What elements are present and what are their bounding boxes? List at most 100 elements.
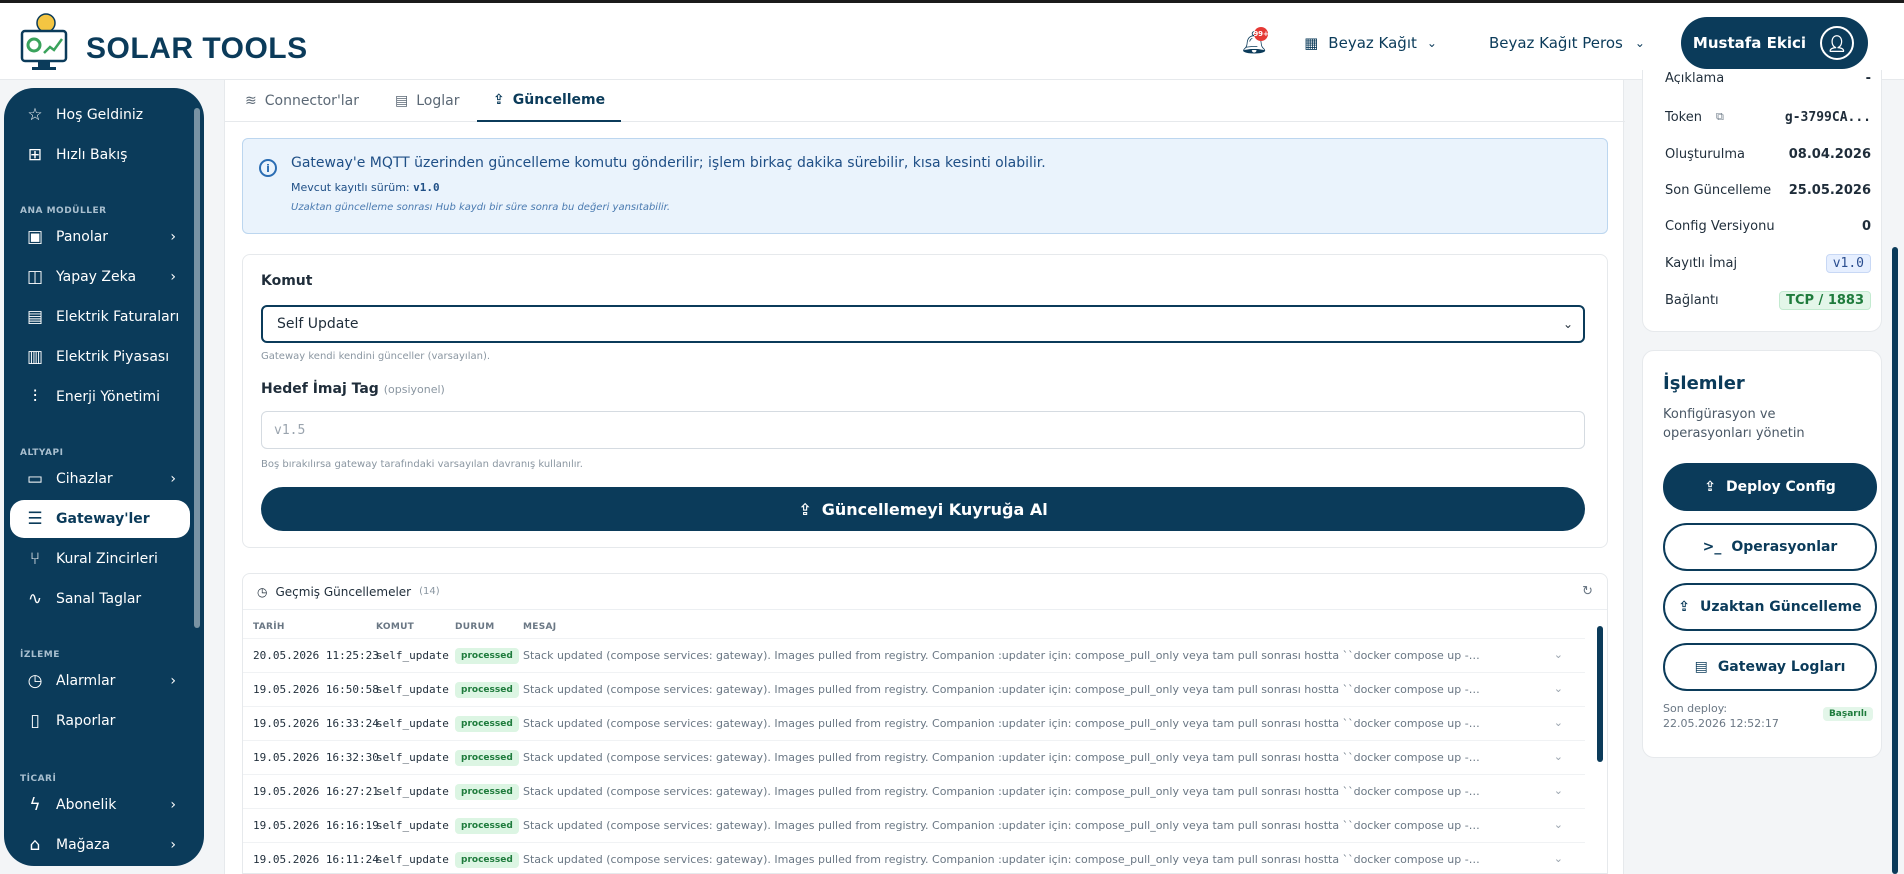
- chevron-right-icon: ›: [170, 673, 176, 689]
- chevron-right-icon: ›: [170, 229, 176, 245]
- queue-update-label: Güncellemeyi Kuyruğa Al: [821, 499, 1048, 519]
- sidebar-item-energy[interactable]: ⫶ Enerji Yönetimi: [10, 378, 190, 416]
- row-date: 20.05.2026 11:25:23: [253, 649, 379, 662]
- chevron-down-icon[interactable]: ⌄: [1554, 750, 1563, 763]
- row-message: Stack updated (compose services: gateway…: [523, 717, 1483, 730]
- current-version-value: v1.0: [413, 181, 440, 194]
- tab-logs[interactable]: ▤ Loglar: [395, 80, 459, 122]
- row-date: 19.05.2026 16:16:19: [253, 819, 379, 832]
- status-badge: processed: [455, 818, 519, 834]
- sidebar-section-infra: ALTYAPI: [20, 448, 64, 458]
- sidebar-item-ai[interactable]: ◫ Yapay Zeka ›: [10, 258, 190, 296]
- row-date: 19.05.2026 16:33:24: [253, 717, 379, 730]
- cloud-upload-icon: ⇪: [493, 92, 505, 108]
- sidebar-item-devices[interactable]: ▭ Cihazlar ›: [10, 460, 190, 498]
- tag-optional: (opsiyonel): [383, 383, 445, 396]
- row-message: Stack updated (compose services: gateway…: [523, 649, 1483, 662]
- deploy-config-label: Deploy Config: [1725, 479, 1836, 495]
- sidebar-item-label: Kural Zincirleri: [56, 551, 158, 567]
- sidebar-item-overview[interactable]: ⊞ Hızlı Bakış: [10, 136, 190, 174]
- sidebar-item-rules[interactable]: ⑂ Kural Zincirleri: [10, 540, 190, 578]
- sidebar-item-store[interactable]: ⌂ Mağaza ›: [10, 826, 190, 864]
- sidebar-item-alarms[interactable]: ◷ Alarmlar ›: [10, 662, 190, 700]
- sub-org-name: Beyaz Kağıt Peros: [1488, 34, 1623, 52]
- history-title: Geçmiş Güncellemeler: [275, 584, 412, 599]
- org-selector[interactable]: ▦ Beyaz Kağıt ⌄: [1304, 34, 1437, 52]
- sidebar-item-label: Abonelik: [56, 797, 117, 813]
- copy-icon[interactable]: ⧉: [1716, 110, 1724, 124]
- table-row[interactable]: 19.05.2026 16:50:58 self_update processe…: [243, 672, 1585, 706]
- sidebar-section-monitoring: İZLEME: [20, 650, 60, 660]
- sub-org-selector[interactable]: Beyaz Kağıt Peros ⌄: [1489, 34, 1645, 52]
- gateway-logs-button[interactable]: ▤ Gateway Logları: [1663, 643, 1877, 691]
- sidebar-item-welcome[interactable]: ☆ Hoş Geldiniz: [10, 96, 190, 134]
- row-date: 19.05.2026 16:50:58: [253, 683, 379, 696]
- chevron-down-icon[interactable]: ⌄: [1554, 852, 1563, 865]
- sidebar-item-gateways[interactable]: ☰ Gateway'ler: [10, 500, 190, 538]
- sidebar-section-main: ANA MODÜLLER: [20, 206, 107, 216]
- monitor-icon: ▭: [26, 469, 44, 489]
- history-scrollbar[interactable]: [1597, 626, 1603, 762]
- queue-update-button[interactable]: ⇪ Güncellemeyi Kuyruğa Al: [261, 487, 1585, 531]
- sidebar-item-label: Hoş Geldiniz: [56, 107, 144, 123]
- user-avatar-icon: 👤︎: [1820, 26, 1854, 60]
- chevron-down-icon[interactable]: ⌄: [1554, 648, 1563, 661]
- sidebar-item-subscription[interactable]: ϟ Abonelik ›: [10, 786, 190, 824]
- sidebar-item-label: Yapay Zeka: [56, 269, 137, 285]
- sidebar-item-invoices[interactable]: ▤ Elektrik Faturaları: [10, 298, 190, 336]
- sidebar-item-virtual-tags[interactable]: ∿ Sanal Taglar: [10, 580, 190, 618]
- command-select[interactable]: Self Update ⌄: [261, 305, 1585, 343]
- building-icon: ▦: [1304, 34, 1319, 52]
- gateway-logs-label: Gateway Logları: [1717, 659, 1846, 675]
- sidebar-item-label: Raporlar: [56, 713, 116, 729]
- sidebar-item-reports[interactable]: ▯ Raporlar: [10, 702, 190, 740]
- column-header-date: TARİH: [253, 622, 285, 632]
- row-command: self_update: [376, 785, 449, 798]
- user-name: Mustafa Ekici: [1692, 34, 1806, 52]
- chevron-down-icon[interactable]: ⌄: [1554, 716, 1563, 729]
- status-badge: processed: [455, 648, 519, 664]
- table-row[interactable]: 19.05.2026 16:16:19 self_update processe…: [243, 808, 1585, 842]
- sidebar-item-label: Gateway'ler: [56, 511, 150, 527]
- detail-description: Açıklama -: [1665, 72, 1875, 84]
- table-row[interactable]: 19.05.2026 16:27:21 self_update processe…: [243, 774, 1585, 808]
- sidebar-item-dashboards[interactable]: ▣ Panolar ›: [10, 218, 190, 256]
- table-row[interactable]: 19.05.2026 16:11:24 self_update processe…: [243, 842, 1585, 873]
- sidebar-scrollbar[interactable]: [194, 108, 200, 628]
- detail-value: 25.05.2026: [1788, 182, 1871, 198]
- sidebar-item-market[interactable]: ▥ Elektrik Piyasası: [10, 338, 190, 376]
- sidebar-item-label: Elektrik Piyasası: [56, 349, 170, 365]
- chevron-down-icon: ⌄: [1426, 36, 1437, 50]
- brand-logo[interactable]: SOLAR TOOLS: [18, 9, 308, 75]
- table-row[interactable]: 19.05.2026 16:32:30 self_update processe…: [243, 740, 1585, 774]
- file-icon: ▤: [1694, 659, 1708, 675]
- chevron-down-icon[interactable]: ⌄: [1554, 682, 1563, 695]
- chevron-down-icon[interactable]: ⌄: [1554, 818, 1563, 831]
- notifications-button[interactable]: 🔔︎ 99+: [1234, 23, 1274, 63]
- remote-update-button[interactable]: ⇪ Uzaktan Güncelleme: [1663, 583, 1877, 631]
- chevron-down-icon[interactable]: ⌄: [1554, 784, 1563, 797]
- chevron-right-icon: ›: [170, 797, 176, 813]
- refresh-icon[interactable]: ↻: [1582, 584, 1593, 599]
- detail-label: Oluşturulma: [1665, 146, 1746, 162]
- table-row[interactable]: 19.05.2026 16:33:24 self_update processe…: [243, 706, 1585, 740]
- tab-connectors[interactable]: ≋ Connector'lar: [245, 80, 359, 122]
- notification-badge: 99+: [1253, 27, 1269, 41]
- current-version: Mevcut kayıtlı sürüm: v1.0: [291, 181, 440, 194]
- deploy-config-button[interactable]: ⇪ Deploy Config: [1663, 463, 1877, 511]
- status-badge: processed: [455, 682, 519, 698]
- top-bar: SOLAR TOOLS 🔔︎ 99+ ▦ Beyaz Kağıt ⌄ Beyaz…: [0, 0, 1904, 80]
- detail-updated: Son Güncelleme 25.05.2026: [1665, 180, 1875, 200]
- tag-input[interactable]: v1.5: [261, 411, 1585, 449]
- table-row[interactable]: 20.05.2026 11:25:23 self_update processe…: [243, 638, 1585, 672]
- cloud-upload-icon: ⇪: [1678, 599, 1691, 615]
- tab-update[interactable]: ⇪ Güncelleme: [477, 80, 622, 122]
- command-select-value: Self Update: [277, 316, 359, 332]
- info-note: Uzaktan güncelleme sonrası Hub kaydı bir…: [291, 202, 671, 213]
- page-scrollbar[interactable]: [1892, 247, 1898, 874]
- tag-help: Boş bırakılırsa gateway tarafındaki vars…: [261, 459, 583, 470]
- operations-button[interactable]: >_ Operasyonlar: [1663, 523, 1877, 571]
- deploy-status-badge: Başarılı: [1822, 707, 1873, 721]
- tag-label-text: Hedef İmaj Tag: [261, 381, 379, 397]
- user-menu-button[interactable]: Mustafa Ekici 👤︎: [1680, 17, 1868, 69]
